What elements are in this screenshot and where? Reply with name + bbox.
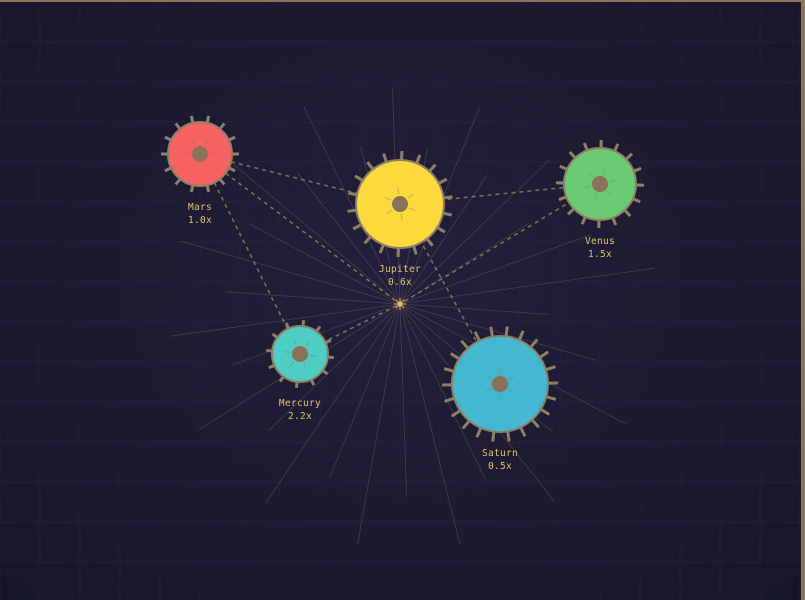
light-ray (399, 233, 592, 305)
gear-name-label: Jupiter (379, 264, 421, 275)
light-ray (399, 303, 407, 495)
gear-scene[interactable]: Mars 1.0x Jupiter 0.6x Venus 1.5x Mercury 2.2x S… (0, 2, 805, 600)
gear-link (199, 153, 301, 355)
gear-group: Mars 1.0x Jupiter 0.6x Venus 1.5x Mercury 2.2x S… (161, 115, 645, 473)
gear-speed-label: 0.5x (488, 461, 512, 472)
gear-hub (492, 376, 508, 392)
gear-mercury[interactable]: Mercury 2.2x (266, 320, 334, 422)
gear-hub (392, 196, 408, 212)
light-ray (399, 267, 655, 305)
light-ray (399, 303, 461, 545)
light-ray (357, 303, 401, 545)
light-ray (329, 303, 401, 478)
gear-speed-label: 1.5x (588, 249, 612, 260)
gear-hub (192, 146, 208, 162)
gear-speed-label: 1.0x (188, 215, 212, 226)
gear-hub (292, 346, 308, 362)
light-ray (180, 240, 401, 305)
gear-name-label: Venus (585, 236, 615, 247)
gear-speed-label: 2.2x (288, 411, 312, 422)
gear-saturn[interactable]: Saturn 0.5x (441, 326, 559, 473)
gear-name-label: Saturn (482, 448, 518, 459)
gear-jupiter[interactable]: Jupiter 0.6x (347, 150, 453, 288)
light-ray (225, 291, 401, 305)
light-ray (399, 303, 550, 315)
gear-speed-label: 0.6x (388, 277, 412, 288)
sun-icon (394, 298, 406, 310)
gear-hub (592, 176, 608, 192)
gear-mars[interactable]: Mars 1.0x (161, 115, 239, 226)
gear-name-label: Mars (188, 202, 212, 213)
center-hub (394, 298, 406, 310)
gear-canvas[interactable]: Mars 1.0x Jupiter 0.6x Venus 1.5x Mercury 2.2x S… (0, 0, 805, 600)
gear-name-label: Mercury (279, 398, 321, 409)
